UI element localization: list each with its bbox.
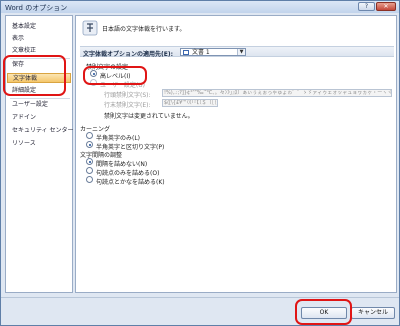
sidebar-item-customize[interactable]: ユーザー設定 <box>7 100 71 110</box>
compress-kana-radio[interactable] <box>86 176 93 183</box>
sidebar-divider <box>10 98 70 99</box>
apply-to-label: 文字体裁オプションの適用先(E): <box>83 51 173 58</box>
kerning-punctuation-radio[interactable] <box>86 141 93 148</box>
kerning-halfwidth-radio[interactable] <box>86 132 93 139</box>
kerning-halfwidth-label: 半角英字のみ(L) <box>96 135 141 142</box>
footer-divider <box>1 297 399 298</box>
apply-to-dropdown[interactable]: 文書 1 ▼ <box>180 48 246 56</box>
line-start-field[interactable]: !%),.:;?]}¢°’”‰′″℃、。々〉》」』】〕ぁぃぅぇぉっゃゅょゎ゛゜ゝ… <box>162 89 392 97</box>
title-bar: Word のオプション ? ✕ <box>1 1 399 13</box>
sidebar-item-addins[interactable]: アドイン <box>7 113 71 123</box>
kinsoku-notice: 禁則文字は変更されていません。 <box>104 113 194 120</box>
kerning-group-label: カーニング <box>80 126 111 133</box>
compress-none-label: 間隔を詰めない(N) <box>96 161 148 168</box>
help-button[interactable]: ? <box>358 2 375 11</box>
line-end-field[interactable]: $([\{£¥‘“〈《「『【〔＄（［｛｢￡￥ <box>162 99 218 107</box>
options-dialog: Word のオプション ? ✕ 基本設定 表示 文章校正 保存 文字体裁 詳細設… <box>0 0 400 326</box>
compress-punctuation-label: 句読点のみを詰める(O) <box>96 170 160 177</box>
sidebar-item-basic[interactable]: 基本設定 <box>7 22 71 32</box>
apply-to-value: 文書 1 <box>192 49 210 56</box>
close-button[interactable]: ✕ <box>376 2 396 11</box>
highlight-annotation <box>83 66 147 85</box>
typography-icon <box>82 20 98 36</box>
line-end-label: 行末禁則文字(E): <box>104 102 151 109</box>
cancel-button[interactable]: キャンセル <box>351 307 395 319</box>
header-description: 日本語の文字体裁を行います。 <box>102 26 186 33</box>
highlight-annotation <box>295 299 352 325</box>
window-title: Word のオプション <box>5 4 68 12</box>
compression-group-label: 文字間隔の調整 <box>80 152 123 159</box>
chevron-down-icon[interactable]: ▼ <box>237 49 245 55</box>
document-icon <box>183 50 189 55</box>
line-start-label: 行頭禁則文字(S): <box>104 92 151 99</box>
highlight-annotation <box>3 55 66 96</box>
sidebar-item-resources[interactable]: リソース <box>7 139 71 149</box>
compress-punctuation-radio[interactable] <box>86 167 93 174</box>
section-header: 文字体裁オプションの適用先(E): 文書 1 ▼ <box>80 46 394 58</box>
sidebar-item-display[interactable]: 表示 <box>7 34 71 44</box>
sidebar-item-trust-center[interactable]: セキュリティ センター <box>7 126 74 136</box>
compress-none-radio[interactable] <box>86 158 93 165</box>
compress-kana-label: 句読点とかなを詰める(K) <box>96 179 165 186</box>
content-pane: 日本語の文字体裁を行います。 文字体裁オプションの適用先(E): 文書 1 ▼ … <box>75 15 397 293</box>
